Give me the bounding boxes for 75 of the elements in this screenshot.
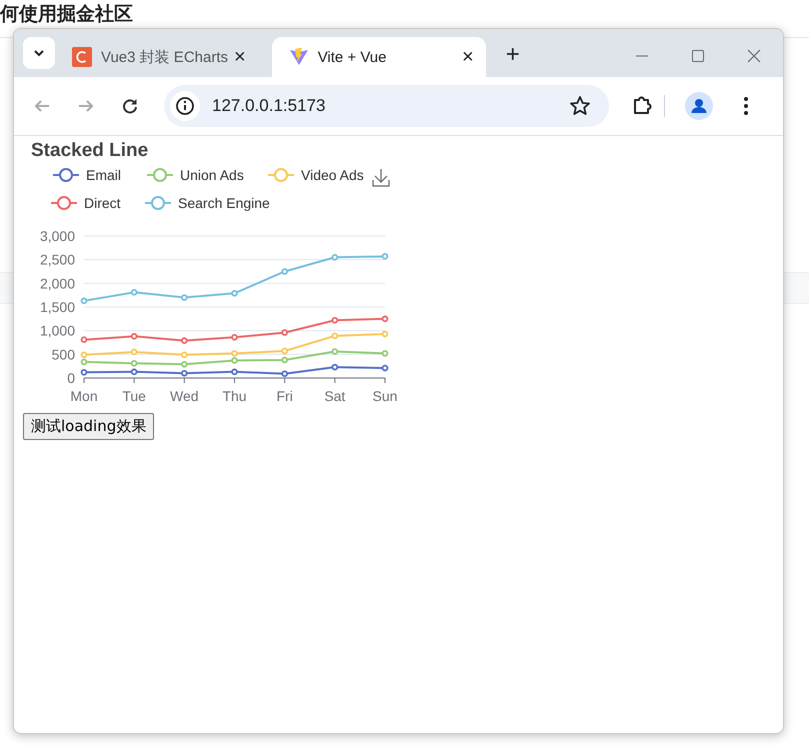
tab-title: Vue3 封装 ECharts (101, 48, 228, 66)
data-point (281, 370, 288, 378)
data-point (281, 348, 288, 354)
data-point (332, 348, 338, 355)
reload-icon[interactable] (121, 97, 139, 115)
data-point (181, 360, 188, 368)
close-tab-button[interactable]: × (234, 47, 246, 67)
data-point (382, 253, 388, 260)
data-point (80, 298, 88, 304)
x-axis-label: Thu (222, 388, 247, 404)
x-axis-label: Fri (276, 388, 293, 404)
data-point (80, 336, 88, 343)
x-axis-label: Sat (324, 388, 346, 404)
y-axis-label: 3,000 (40, 228, 75, 244)
data-point (332, 332, 338, 340)
legend-label[interactable]: Direct (84, 195, 121, 211)
maximize-icon[interactable] (691, 49, 705, 63)
legend-label[interactable]: Union Ads (180, 167, 244, 183)
vite-logo-icon (288, 47, 309, 67)
download-icon[interactable] (372, 168, 390, 187)
data-point (181, 370, 188, 377)
x-axis-label: Sun (372, 388, 398, 404)
y-axis-label: 0 (67, 370, 75, 386)
data-point (130, 360, 138, 367)
data-point (332, 364, 338, 370)
new-tab-button[interactable]: + (506, 43, 520, 67)
url-text: 127.0.0.1:5173 (212, 96, 326, 116)
data-point (80, 369, 88, 376)
data-point (231, 290, 238, 297)
tab-list-button[interactable] (23, 37, 55, 69)
legend-label[interactable]: Email (86, 167, 122, 183)
data-point (281, 329, 288, 336)
x-axis-label: Wed (170, 388, 199, 404)
address-bar[interactable]: 127.0.0.1:5173 (164, 85, 609, 127)
data-point (382, 316, 388, 322)
tab-title: Vite + Vue (318, 48, 388, 66)
data-point (231, 334, 238, 341)
data-point (130, 348, 138, 356)
x-axis-label: Tue (122, 388, 146, 404)
y-axis-label: 1,000 (40, 322, 75, 339)
data-point (332, 316, 338, 324)
close-tab-button[interactable]: × (462, 47, 474, 67)
puzzle-icon[interactable] (631, 95, 653, 117)
chart-title: Stacked Line (31, 140, 148, 161)
profile-avatar-icon[interactable] (685, 92, 713, 120)
data-point (281, 268, 288, 275)
legend-label[interactable]: Search Engine (178, 195, 270, 211)
y-axis-label: 500 (52, 346, 75, 362)
star-icon[interactable] (569, 95, 591, 117)
data-point (382, 330, 388, 338)
close-icon[interactable] (747, 49, 761, 63)
y-axis-label: 1,500 (40, 299, 75, 315)
data-point (181, 294, 188, 301)
data-point (231, 368, 238, 376)
favicon-icon (72, 47, 92, 67)
legend-line-icon[interactable] (53, 168, 79, 182)
test-loading-button[interactable]: 测试loading效果 (23, 413, 154, 440)
legend-line-icon[interactable] (51, 196, 77, 210)
x-axis-label: Mon (70, 388, 98, 404)
legend-label[interactable]: Video Ads (301, 167, 364, 183)
data-point (281, 356, 288, 364)
data-point (130, 289, 138, 296)
more-menu-icon[interactable] (743, 96, 749, 116)
data-point (382, 350, 388, 357)
data-point (332, 254, 338, 261)
info-icon[interactable] (170, 91, 200, 121)
data-point (130, 333, 138, 340)
data-point (181, 352, 188, 358)
browser-tab[interactable]: Vue3 封装 ECharts × (55, 37, 258, 77)
data-point (130, 368, 138, 376)
y-axis-label: 2,500 (40, 252, 75, 268)
y-axis-label: 2,000 (40, 275, 75, 292)
data-point (181, 337, 188, 344)
data-point (382, 364, 388, 372)
browser-tab[interactable]: Vite + Vue × (272, 37, 486, 77)
